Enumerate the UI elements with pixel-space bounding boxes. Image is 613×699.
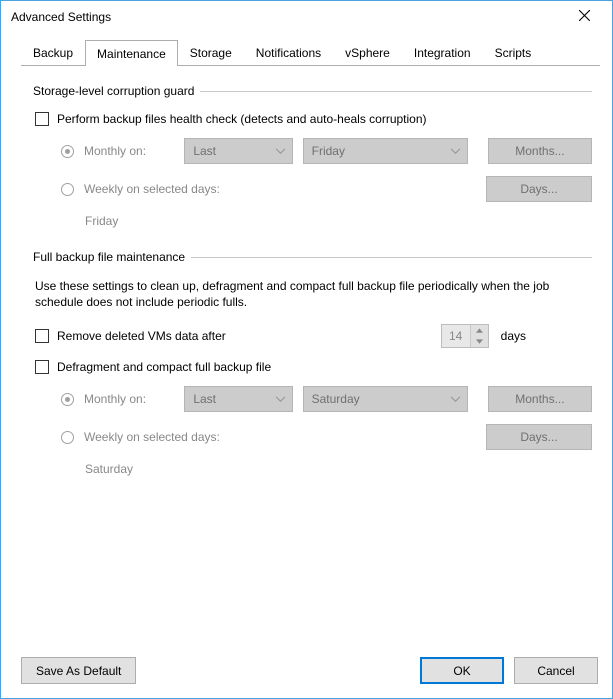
health-check-label: Perform backup files health check (detec…: [57, 112, 427, 126]
window-title: Advanced Settings: [11, 10, 111, 24]
group-corruption-guard: Storage-level corruption guard: [33, 84, 592, 98]
guard-day-value: Friday: [312, 144, 345, 158]
save-default-button[interactable]: Save As Default: [21, 657, 136, 684]
group-full-maintenance: Full backup file maintenance: [33, 250, 592, 264]
guard-monthly-label: Monthly on:: [84, 144, 174, 158]
remove-days-stepper[interactable]: 14: [441, 324, 489, 348]
guard-day-select[interactable]: Friday: [303, 138, 468, 164]
full-days-button[interactable]: Days...: [486, 424, 592, 450]
tab-notifications[interactable]: Notifications: [244, 40, 333, 65]
remove-days-unit: days: [501, 329, 526, 343]
guard-monthly-radio[interactable]: [61, 145, 74, 158]
full-weekly-radio[interactable]: [61, 431, 74, 444]
remove-deleted-checkbox[interactable]: [35, 329, 49, 343]
group-divider: [191, 257, 592, 258]
tab-storage[interactable]: Storage: [178, 40, 244, 65]
tab-panel-maintenance: Storage-level corruption guard Perform b…: [21, 65, 600, 647]
tab-vsphere[interactable]: vSphere: [333, 40, 402, 65]
full-day-select[interactable]: Saturday: [303, 386, 468, 412]
defrag-checkbox[interactable]: [35, 360, 49, 374]
full-week-select[interactable]: Last: [184, 386, 292, 412]
close-button[interactable]: [564, 3, 604, 31]
guard-weekly-radio[interactable]: [61, 183, 74, 196]
full-selected-note: Saturday: [85, 462, 592, 476]
guard-week-value: Last: [193, 144, 216, 158]
tab-integration[interactable]: Integration: [402, 40, 483, 65]
chevron-down-icon: [451, 146, 461, 156]
chevron-down-icon: [276, 146, 286, 156]
stepper-down-icon[interactable]: [471, 336, 488, 347]
group-label-text: Storage-level corruption guard: [33, 84, 194, 98]
close-icon: [579, 10, 590, 24]
chevron-down-icon: [451, 394, 461, 404]
guard-week-select[interactable]: Last: [184, 138, 292, 164]
defrag-label: Defragment and compact full backup file: [57, 360, 271, 374]
guard-weekly-label: Weekly on selected days:: [84, 182, 220, 196]
tab-backup[interactable]: Backup: [21, 40, 85, 65]
guard-selected-note: Friday: [85, 214, 592, 228]
tab-scripts[interactable]: Scripts: [483, 40, 544, 65]
full-monthly-radio[interactable]: [61, 393, 74, 406]
full-weekly-label: Weekly on selected days:: [84, 430, 220, 444]
tab-bar: Backup Maintenance Storage Notifications…: [21, 39, 600, 65]
titlebar: Advanced Settings: [1, 1, 612, 33]
ok-button[interactable]: OK: [420, 657, 504, 684]
tab-maintenance[interactable]: Maintenance: [85, 40, 178, 66]
full-months-button[interactable]: Months...: [488, 386, 592, 412]
cancel-button[interactable]: Cancel: [514, 657, 598, 684]
guard-days-button[interactable]: Days...: [486, 176, 592, 202]
dialog-footer: Save As Default OK Cancel: [1, 647, 612, 698]
guard-months-button[interactable]: Months...: [488, 138, 592, 164]
full-monthly-label: Monthly on:: [84, 392, 174, 406]
remove-days-value: 14: [442, 325, 470, 347]
full-description: Use these settings to clean up, defragme…: [35, 278, 555, 310]
chevron-down-icon: [276, 394, 286, 404]
stepper-up-icon[interactable]: [471, 325, 488, 336]
group-divider: [200, 91, 592, 92]
remove-deleted-label: Remove deleted VMs data after: [57, 329, 226, 343]
full-day-value: Saturday: [312, 392, 360, 406]
health-check-checkbox[interactable]: [35, 112, 49, 126]
group-label-text: Full backup file maintenance: [33, 250, 185, 264]
full-week-value: Last: [193, 392, 216, 406]
